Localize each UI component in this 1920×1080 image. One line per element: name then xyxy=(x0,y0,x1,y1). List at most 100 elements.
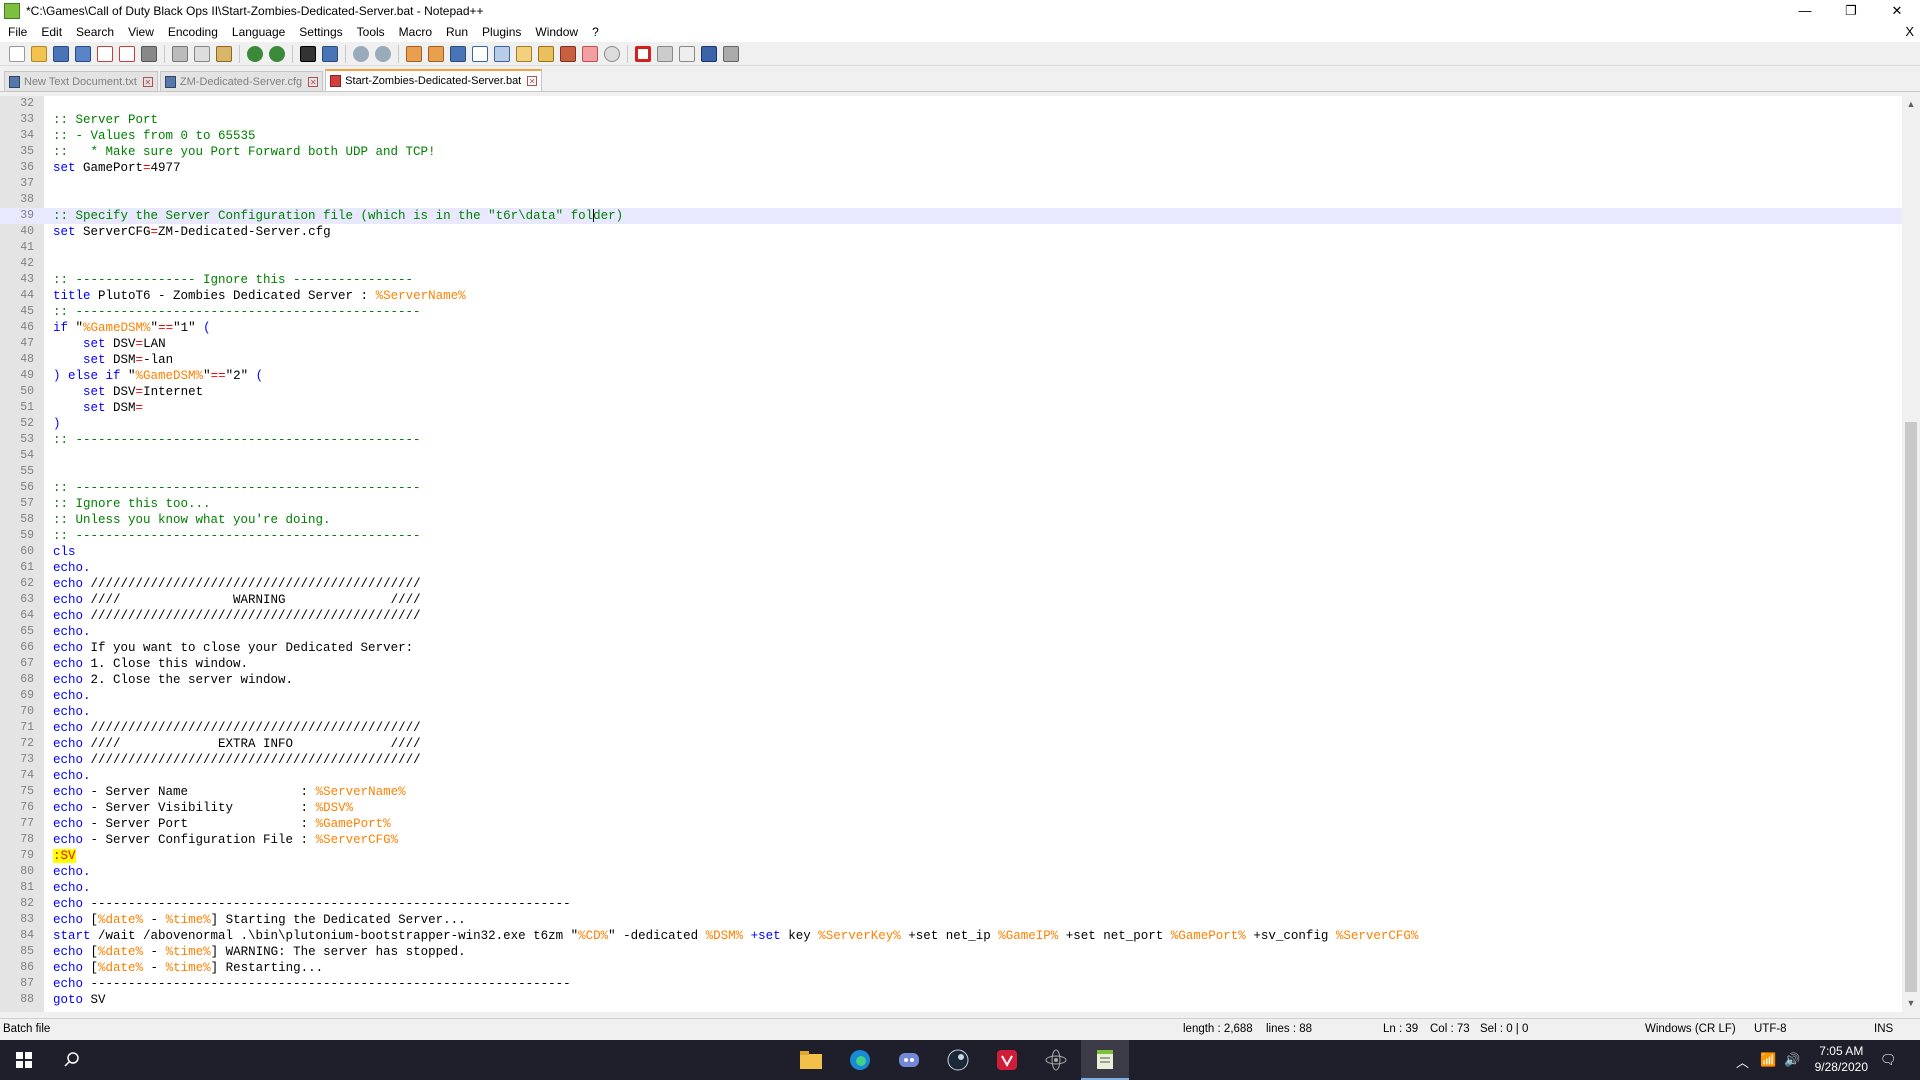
code-line[interactable]: 54 xyxy=(0,448,1902,464)
code-line[interactable]: 32 xyxy=(0,96,1902,112)
cut-icon[interactable] xyxy=(172,45,188,62)
word-wrap-icon[interactable] xyxy=(450,45,466,62)
code-line[interactable]: 84 start /wait /abovenormal .\bin\plutoni… xyxy=(0,928,1902,944)
code-line[interactable]: 82 echo ---------------------------------… xyxy=(0,896,1902,912)
line-code[interactable]: echo - Server Name : %ServerName% xyxy=(53,784,406,800)
line-code[interactable]: echo - Server Port : %GamePort% xyxy=(53,816,391,832)
line-code[interactable]: echo ///////////////////////////////////… xyxy=(53,576,421,592)
code-line[interactable]: 33:: Server Port xyxy=(0,112,1902,128)
taskbar-discord[interactable] xyxy=(885,1040,933,1080)
line-code[interactable]: set ServerCFG=ZM-Dedicated-Server.cfg xyxy=(53,224,331,240)
network-wifi-icon[interactable]: 📶 xyxy=(1760,1052,1776,1068)
taskbar-atom[interactable] xyxy=(1032,1040,1080,1080)
code-line[interactable]: 73 echo /////////////////////////////////… xyxy=(0,752,1902,768)
code-line[interactable]: 44 title PlutoT6 - Zombies Dedicated Serv… xyxy=(0,288,1902,304)
paste-icon[interactable] xyxy=(216,45,232,62)
search-button[interactable] xyxy=(48,1040,96,1080)
code-line[interactable]: 50 set DSV=Internet xyxy=(0,384,1902,400)
volume-icon[interactable]: 🔊 xyxy=(1784,1052,1800,1068)
code-line[interactable]: 58:: Unless you know what you're doing. xyxy=(0,512,1902,528)
code-line[interactable]: 85 echo [%date% - %time%] WARNING: The se… xyxy=(0,944,1902,960)
menu-encoding[interactable]: Encoding xyxy=(160,25,224,39)
line-code[interactable]: echo -----------------------------------… xyxy=(53,976,571,992)
close-tab-icon[interactable]: ✕ xyxy=(527,76,538,86)
save-all-icon[interactable] xyxy=(75,45,91,62)
code-line[interactable]: 72 echo //// EXTRA INFO //// xyxy=(0,736,1902,752)
taskbar-file-explorer[interactable] xyxy=(787,1040,835,1080)
tab-new-text-document[interactable]: New Text Document.txt ✕ xyxy=(4,71,158,91)
line-code[interactable]: echo - Server Visibility : %DSV% xyxy=(53,800,353,816)
code-line[interactable]: 43:: ---------------- Ignore this ------… xyxy=(0,272,1902,288)
code-line[interactable]: 71 echo /////////////////////////////////… xyxy=(0,720,1902,736)
line-code[interactable]: :SV xyxy=(53,848,76,864)
code-line[interactable]: 66 echo If you want to close your Dedicat… xyxy=(0,640,1902,656)
run-macro-multiple-icon[interactable] xyxy=(701,45,717,62)
code-line[interactable]: 78 echo - Server Configuration File : %Se… xyxy=(0,832,1902,848)
close-all-icon[interactable] xyxy=(119,45,135,62)
code-line[interactable]: 38 xyxy=(0,192,1902,208)
taskbar-clock[interactable]: 7:05 AM 9/28/2020 xyxy=(1815,1043,1868,1075)
line-code[interactable]: :: Ignore this too... xyxy=(53,496,211,512)
line-code[interactable]: set DSM=-lan xyxy=(53,352,173,368)
play-macro-icon[interactable] xyxy=(679,45,695,62)
code-line[interactable]: 75 echo - Server Name : %ServerName% xyxy=(0,784,1902,800)
code-line[interactable]: 56:: -----------------------------------… xyxy=(0,480,1902,496)
scrollbar-thumb[interactable] xyxy=(1905,422,1917,992)
code-line[interactable]: 62 echo /////////////////////////////////… xyxy=(0,576,1902,592)
undo-icon[interactable] xyxy=(247,45,263,62)
save-icon[interactable] xyxy=(53,45,69,62)
code-line[interactable]: 40 set ServerCFG=ZM-Dedicated-Server.cfg xyxy=(0,224,1902,240)
menu-settings[interactable]: Settings xyxy=(291,25,348,39)
line-code[interactable]: echo 2. Close the server window. xyxy=(53,672,293,688)
tab-zm-dedicated-server-cfg[interactable]: ZM-Dedicated-Server.cfg ✕ xyxy=(159,71,324,91)
line-code[interactable]: ) xyxy=(53,416,61,432)
code-line[interactable]: 87 echo ---------------------------------… xyxy=(0,976,1902,992)
code-line[interactable]: 77 echo - Server Port : %GamePort% xyxy=(0,816,1902,832)
line-code[interactable]: title PlutoT6 - Zombies Dedicated Server… xyxy=(53,288,466,304)
replace-icon[interactable] xyxy=(322,45,338,62)
taskbar-edge[interactable] xyxy=(836,1040,884,1080)
line-code[interactable]: :: * Make sure you Port Forward both UDP… xyxy=(53,144,436,160)
line-code[interactable]: ) else if "%GameDSM%"=="2" ( xyxy=(53,368,263,384)
code-line[interactable]: 48 set DSM=-lan xyxy=(0,352,1902,368)
close-button[interactable]: ✕ xyxy=(1874,0,1920,22)
show-hidden-icons-chevron-icon[interactable]: ︿ xyxy=(1736,1052,1749,1071)
code-line[interactable]: 76 echo - Server Visibility : %DSV% xyxy=(0,800,1902,816)
menu-search[interactable]: Search xyxy=(68,25,120,39)
code-line[interactable]: 53:: -----------------------------------… xyxy=(0,432,1902,448)
open-file-icon[interactable] xyxy=(31,45,47,62)
line-code[interactable]: :: Server Port xyxy=(53,112,158,128)
record-macro-icon[interactable] xyxy=(635,45,651,62)
scroll-down-icon[interactable]: ▼ xyxy=(1902,995,1920,1012)
menu-run[interactable]: Run xyxy=(438,25,474,39)
menu-tools[interactable]: Tools xyxy=(349,25,391,39)
code-line[interactable]: 68 echo 2. Close the server window. xyxy=(0,672,1902,688)
menu-plugins[interactable]: Plugins xyxy=(474,25,527,39)
line-code[interactable]: echo. xyxy=(53,768,91,784)
sync-vertical-icon[interactable] xyxy=(406,45,422,62)
close-file-icon[interactable] xyxy=(97,45,113,62)
zoom-out-icon[interactable] xyxy=(375,45,391,62)
line-code[interactable]: echo. xyxy=(53,560,91,576)
minimize-button[interactable]: — xyxy=(1782,0,1828,22)
close-tab-icon[interactable]: ✕ xyxy=(142,76,153,87)
vertical-scrollbar[interactable]: ▲ ▼ xyxy=(1902,96,1920,1012)
code-line[interactable]: 69 echo. xyxy=(0,688,1902,704)
line-code[interactable]: echo. xyxy=(53,688,91,704)
menu-file[interactable]: File xyxy=(0,25,33,39)
line-code[interactable]: echo ///////////////////////////////////… xyxy=(53,752,421,768)
code-line[interactable]: 47 set DSV=LAN xyxy=(0,336,1902,352)
line-code[interactable]: :: - Values from 0 to 65535 xyxy=(53,128,256,144)
code-line[interactable]: 74 echo. xyxy=(0,768,1902,784)
close-document-button[interactable]: X xyxy=(1905,24,1914,39)
line-code[interactable]: echo. xyxy=(53,624,91,640)
code-line[interactable]: 46 if "%GameDSM%"=="1" ( xyxy=(0,320,1902,336)
code-line[interactable]: 42 xyxy=(0,256,1902,272)
menu-edit[interactable]: Edit xyxy=(33,25,68,39)
save-macro-icon[interactable] xyxy=(723,45,739,62)
code-line[interactable]: 88 goto SV xyxy=(0,992,1902,1008)
line-code[interactable]: :: -------------------------------------… xyxy=(53,528,421,544)
code-line[interactable]: 37 xyxy=(0,176,1902,192)
line-code[interactable]: echo ///////////////////////////////////… xyxy=(53,720,421,736)
line-code[interactable]: goto SV xyxy=(53,992,106,1008)
